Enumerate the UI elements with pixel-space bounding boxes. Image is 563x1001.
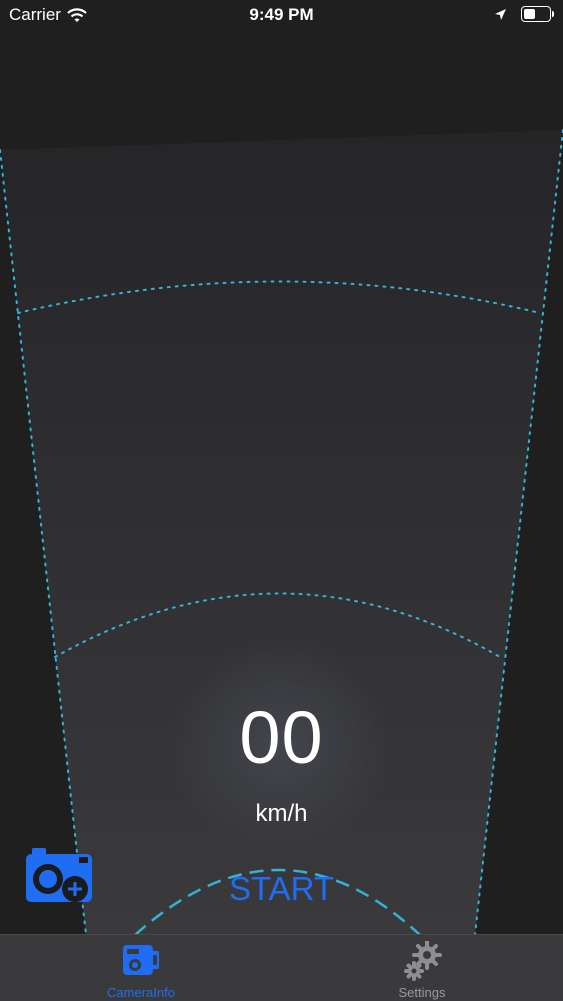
status-right — [494, 6, 554, 22]
status-time: 9:49 PM — [249, 5, 314, 24]
location-arrow-icon — [495, 8, 506, 20]
tab-bar: CameraInfo Settings — [0, 934, 563, 1001]
add-camera-button[interactable] — [26, 848, 94, 904]
tab-camerainfo[interactable]: CameraInfo — [41, 935, 241, 1001]
camera-icon — [123, 945, 159, 975]
battery-icon — [521, 6, 554, 22]
start-button[interactable]: START — [200, 870, 363, 914]
tab-camerainfo-label: CameraInfo — [107, 985, 175, 1000]
speed-gauge-background — [0, 129, 563, 935]
tab-settings-label: Settings — [398, 985, 446, 1000]
battery-fill — [524, 9, 535, 19]
tab-settings[interactable]: Settings — [322, 935, 522, 1001]
speed-unit: km/h — [255, 800, 308, 827]
speed-value: 00 — [239, 696, 324, 779]
gear-icon — [404, 941, 442, 981]
status-bar: Carrier 9:49 PM — [0, 0, 563, 30]
